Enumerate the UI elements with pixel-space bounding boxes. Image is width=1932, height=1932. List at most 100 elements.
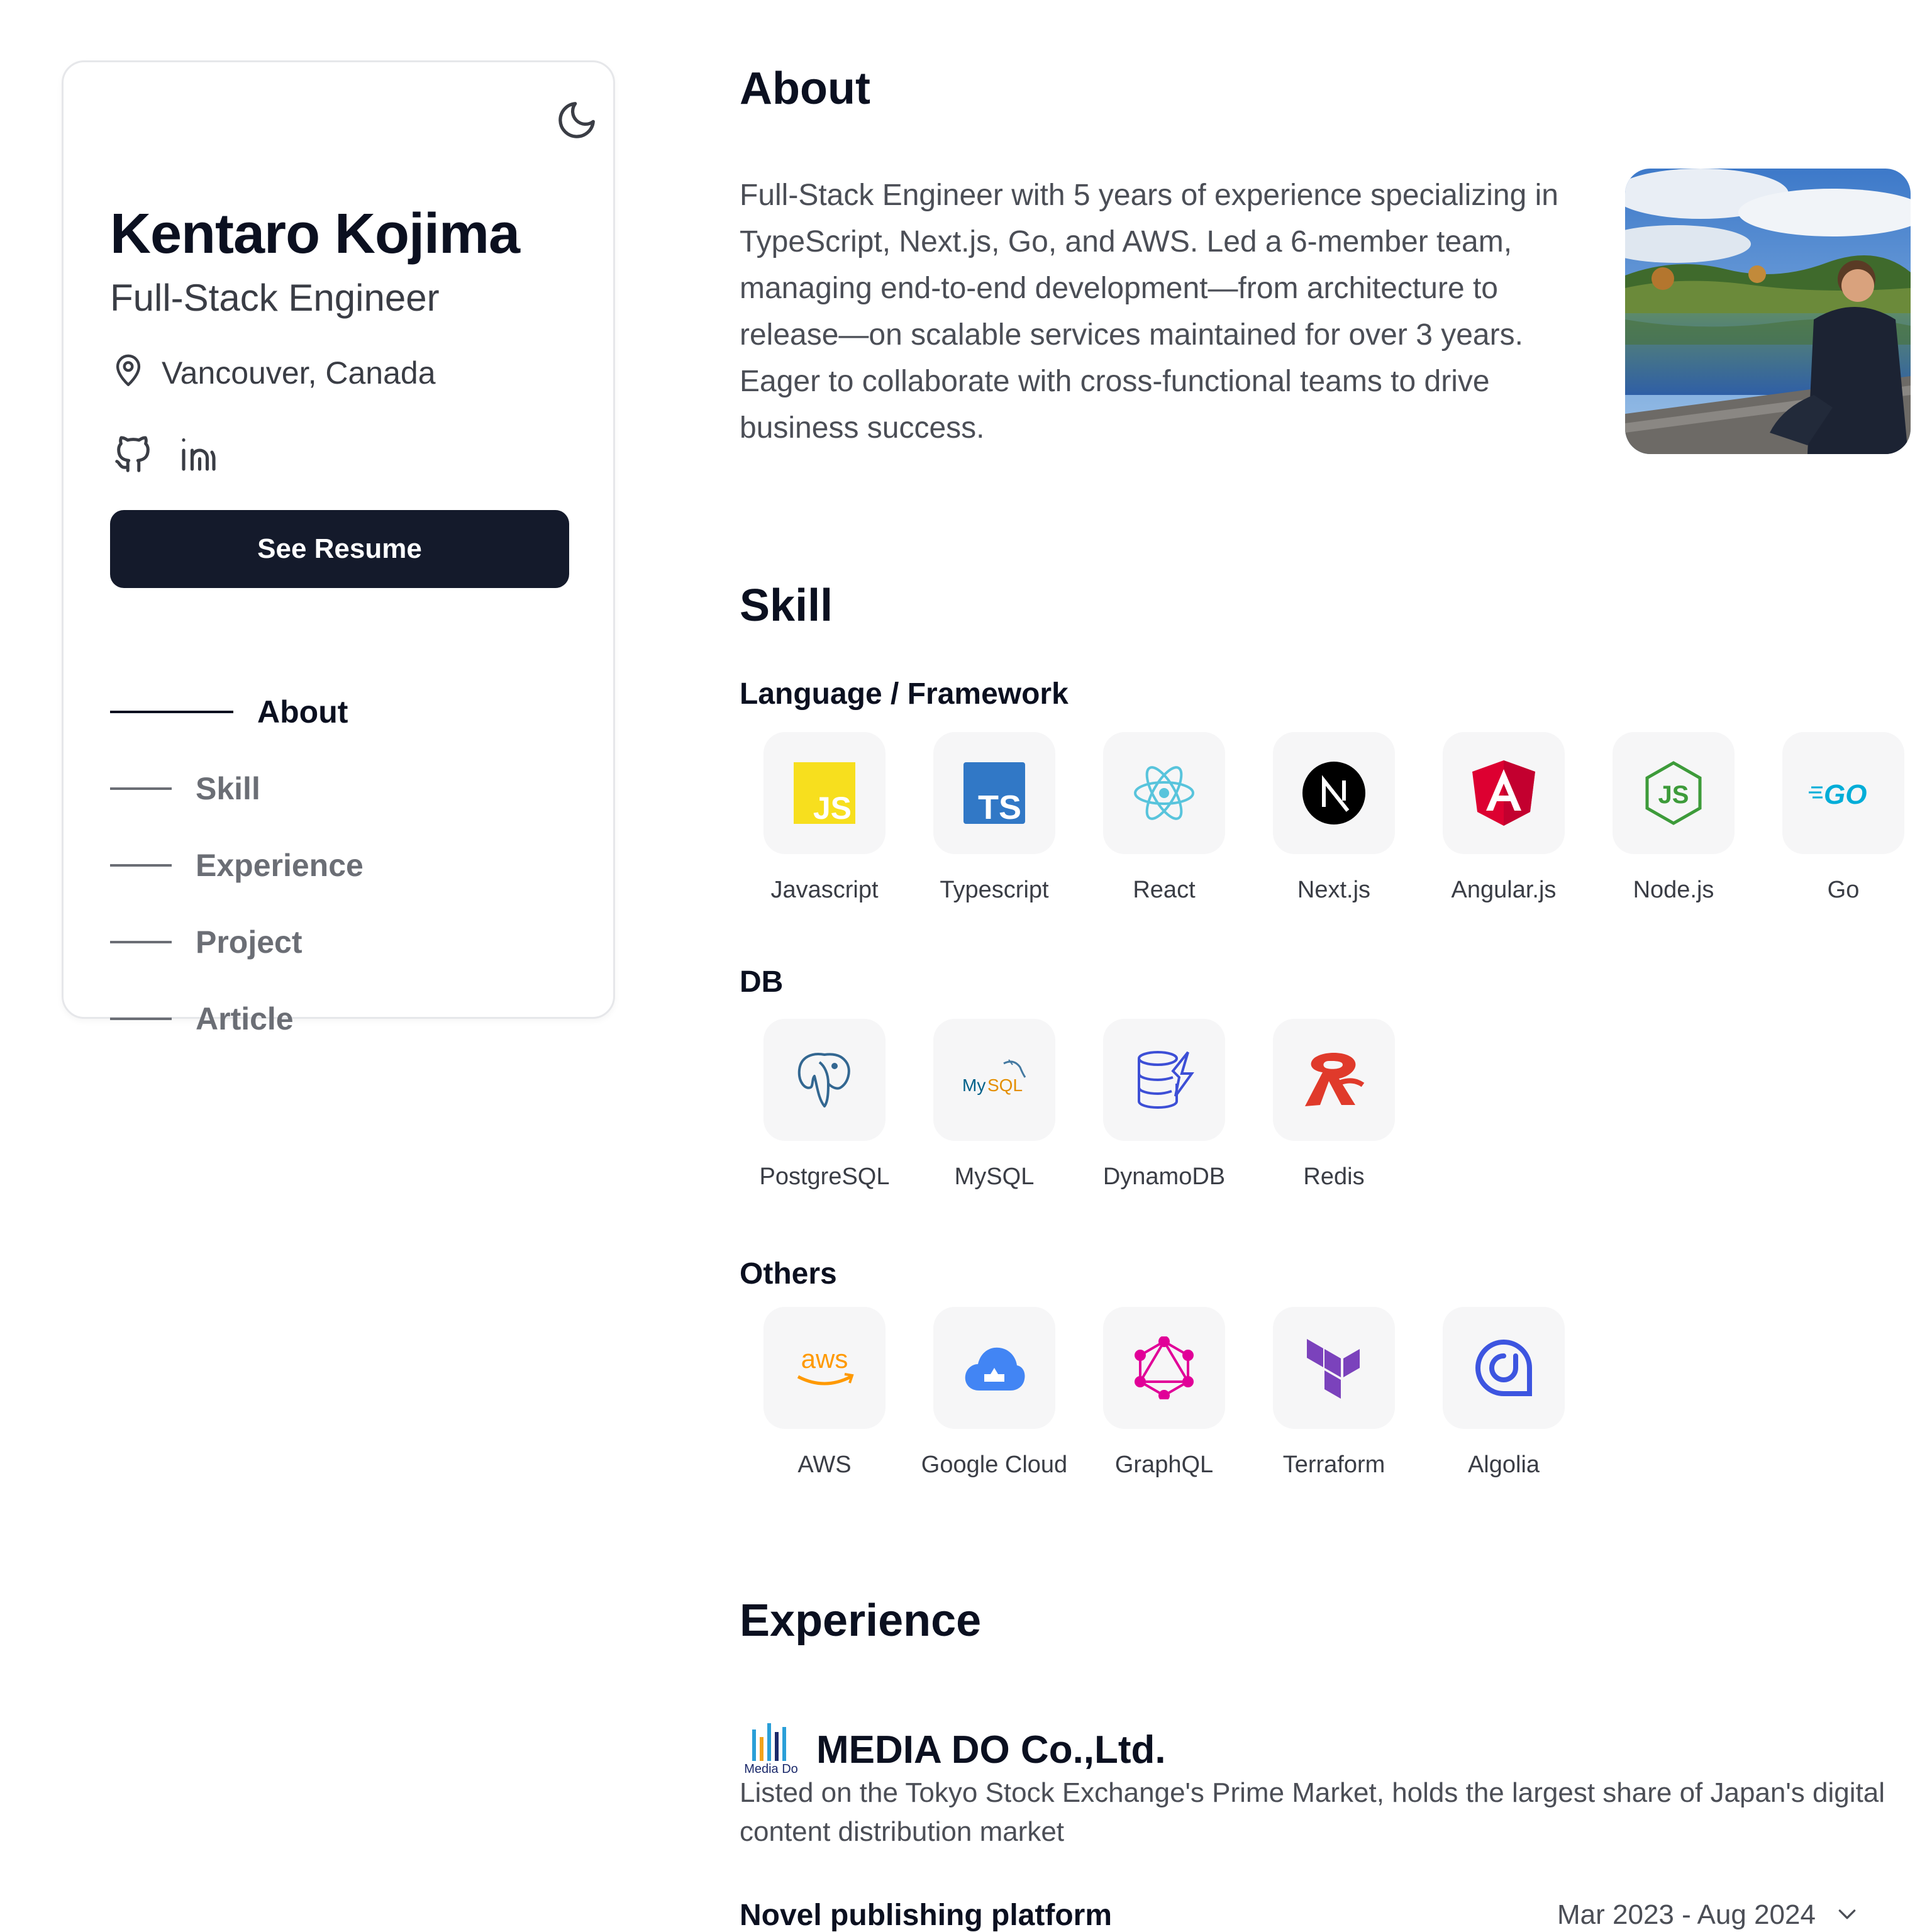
nav-indicator: [110, 1018, 172, 1020]
skill-label: Next.js: [1297, 877, 1371, 903]
nav-indicator: [110, 864, 172, 867]
skill-label: React: [1133, 877, 1196, 903]
skill-group-label: Language / Framework: [740, 677, 1069, 711]
skill-item: TS Typescript: [909, 732, 1079, 904]
skill-item: Google Cloud: [909, 1307, 1079, 1479]
nav-item-experience[interactable]: Experience: [110, 827, 364, 904]
about-text: Full-Stack Engineer with 5 years of expe…: [740, 179, 1558, 445]
skill-label: AWS: [797, 1452, 852, 1478]
google-cloud-icon: [933, 1307, 1055, 1429]
svg-text:GO: GO: [1824, 779, 1867, 809]
skill-item: Algolia: [1419, 1307, 1589, 1479]
chevron-down-icon: [1835, 1901, 1860, 1929]
algolia-icon: [1443, 1307, 1565, 1429]
skill-label: Angular.js: [1451, 877, 1557, 903]
skill-row-db: PostgreSQL My SQL MySQL DynamoDB Redis: [740, 1019, 1419, 1191]
skill-label: PostgreSQL: [759, 1163, 890, 1190]
linkedin-icon[interactable]: [175, 431, 222, 477]
svg-text:aws: aws: [801, 1345, 848, 1374]
terraform-icon: [1273, 1307, 1395, 1429]
github-icon[interactable]: [110, 431, 157, 477]
react-icon: [1103, 732, 1225, 854]
experience-heading: Experience: [740, 1596, 982, 1646]
angular-icon: [1443, 732, 1565, 854]
moon-icon[interactable]: [547, 90, 607, 150]
skill-item: My SQL MySQL: [909, 1019, 1079, 1191]
skill-item: GO Go: [1758, 732, 1928, 904]
experience-expand-toggle[interactable]: Mar 2023 - Aug 2024: [1557, 1899, 1860, 1931]
map-pin-icon: [110, 353, 147, 392]
nav-label: Skill: [196, 771, 260, 806]
skill-row-others: aws AWS Google Cloud GraphQL Terraform A…: [740, 1307, 1589, 1479]
nav-indicator: [110, 941, 172, 943]
nav-label: Article: [196, 1001, 294, 1036]
skill-item: DynamoDB: [1079, 1019, 1249, 1191]
experience-period: Mar 2023 - Aug 2024: [1557, 1899, 1816, 1930]
nav-label: About: [257, 694, 348, 730]
skill-item: JS Node.js: [1589, 732, 1758, 904]
mysql-icon: My SQL: [933, 1019, 1055, 1141]
postgresql-icon: [763, 1019, 886, 1141]
skill-item: aws AWS: [740, 1307, 909, 1479]
svg-text:SQL: SQL: [987, 1075, 1023, 1095]
location-text: Vancouver, Canada: [162, 355, 436, 391]
skill-label: Javascript: [770, 877, 879, 903]
graphql-icon: [1103, 1307, 1225, 1429]
skill-item: PostgreSQL: [740, 1019, 909, 1191]
skill-label: Node.js: [1633, 877, 1714, 903]
see-resume-button[interactable]: See Resume: [110, 510, 569, 588]
skill-label: Redis: [1303, 1163, 1365, 1190]
nav-indicator: [110, 787, 172, 790]
nodejs-icon: JS: [1613, 732, 1735, 854]
nav-item-about[interactable]: About: [110, 674, 364, 750]
svg-text:JS: JS: [813, 791, 852, 824]
skill-label: Google Cloud: [921, 1452, 1068, 1478]
about-heading: About: [740, 64, 870, 114]
company-description: Listed on the Tokyo Stock Exchange's Pri…: [740, 1777, 1885, 1847]
skill-item: Terraform: [1249, 1307, 1419, 1479]
typescript-icon: TS: [933, 732, 1055, 854]
javascript-icon: JS: [763, 732, 886, 854]
skill-label: Terraform: [1282, 1452, 1385, 1478]
section-nav: About Skill Experience Project Article: [110, 674, 364, 1057]
skill-item: JS Javascript: [740, 732, 909, 904]
go-icon: GO: [1782, 732, 1904, 854]
nav-item-article[interactable]: Article: [110, 980, 364, 1057]
profile-location: Vancouver, Canada: [110, 353, 436, 392]
skill-label: Go: [1827, 877, 1860, 903]
aws-icon: aws: [763, 1307, 886, 1429]
skill-heading: Skill: [740, 580, 833, 631]
nav-item-skill[interactable]: Skill: [110, 750, 364, 827]
skill-item: Redis: [1249, 1019, 1419, 1191]
profile-title: Full-Stack Engineer: [110, 277, 440, 319]
skill-item: GraphQL: [1079, 1307, 1249, 1479]
nav-label: Project: [196, 924, 303, 960]
skill-label: MySQL: [954, 1163, 1035, 1190]
social-links: [110, 431, 222, 477]
skill-item: Next.js: [1249, 732, 1419, 904]
dynamodb-icon: [1103, 1019, 1225, 1141]
svg-text:TS: TS: [978, 789, 1021, 824]
skill-label: Typescript: [940, 877, 1049, 903]
profile-card: Kentaro Kojima Full-Stack Engineer Vanco…: [62, 60, 615, 1036]
redis-icon: [1273, 1019, 1395, 1141]
skill-group-label: Others: [740, 1257, 837, 1291]
profile-photo: [1625, 169, 1911, 454]
experience-role: Novel publishing platform: [740, 1899, 1113, 1932]
skill-label: GraphQL: [1114, 1452, 1214, 1478]
skill-label: DynamoDB: [1102, 1163, 1226, 1190]
company-name: MEDIA DO Co.,Ltd.: [816, 1728, 1166, 1772]
nav-label: Experience: [196, 848, 364, 883]
skill-row-language: JS Javascript TS Typescript React Next.j…: [740, 732, 1928, 904]
svg-text:JS: JS: [1658, 781, 1689, 809]
media-do-logo-icon: [752, 1723, 786, 1761]
company-logo: Media Do: [740, 1723, 802, 1777]
nav-item-project[interactable]: Project: [110, 904, 364, 980]
svg-text:My: My: [962, 1075, 985, 1095]
skill-item: Angular.js: [1419, 732, 1589, 904]
skill-label: Algolia: [1467, 1452, 1540, 1478]
skill-group-label: DB: [740, 965, 784, 999]
skill-item: React: [1079, 732, 1249, 904]
profile-name: Kentaro Kojima: [110, 203, 520, 265]
nav-indicator: [110, 711, 233, 713]
